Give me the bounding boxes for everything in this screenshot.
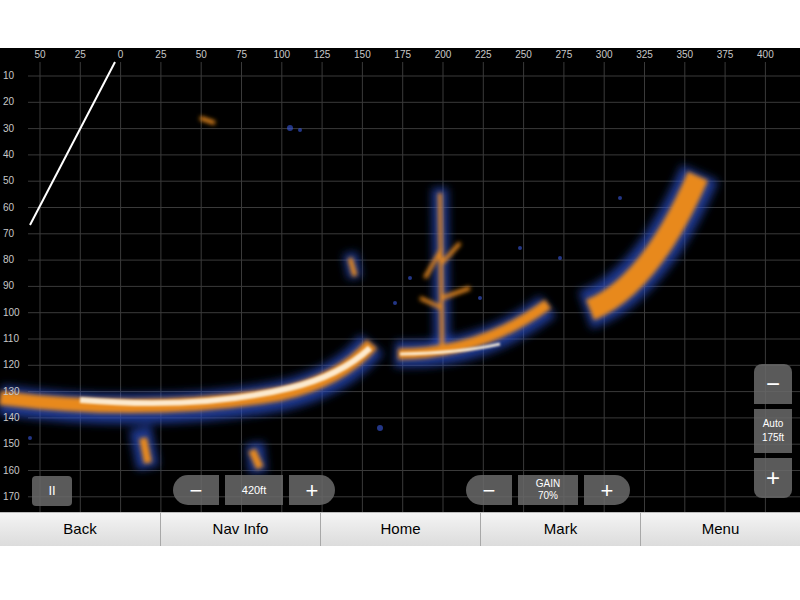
x-tick-label: 0 xyxy=(118,49,124,61)
nav-button-label: Mark xyxy=(544,518,577,541)
x-tick-label: 125 xyxy=(314,49,331,61)
bottom-margin xyxy=(0,546,800,600)
nav-button[interactable]: Mark xyxy=(480,513,640,546)
y-tick-label: 120 xyxy=(3,359,20,371)
zoom-plus-button[interactable]: + xyxy=(754,458,792,498)
x-tick-label: 150 xyxy=(354,49,371,61)
gain-control: − GAIN70% + xyxy=(466,475,630,505)
y-tick-label: 130 xyxy=(3,386,20,398)
y-tick-label: 140 xyxy=(3,412,20,424)
x-tick-label: 100 xyxy=(273,49,290,61)
x-tick-label: 200 xyxy=(435,49,452,61)
x-tick-label: 350 xyxy=(676,49,693,61)
y-axis: 10 20 30 40 50 60 70 80 90 100 110 120 130 140 150 160 1… xyxy=(0,48,28,512)
x-tick-label: 375 xyxy=(717,49,734,61)
range-plus-button[interactable]: + xyxy=(289,475,335,505)
x-axis: 5025025507510012515017520022525027530032… xyxy=(0,48,800,62)
x-tick-label: 400 xyxy=(757,49,774,61)
range-value: 420ft xyxy=(225,475,283,505)
y-tick-label: 60 xyxy=(3,202,14,214)
zoom-control: − Auto175ft + xyxy=(754,364,792,498)
x-tick-label: 225 xyxy=(475,49,492,61)
y-tick-label: 30 xyxy=(3,123,14,135)
nav-button[interactable]: Menu xyxy=(640,513,800,546)
nav-button[interactable]: Back xyxy=(0,513,160,546)
top-margin xyxy=(0,0,800,48)
nav-button-label: Menu xyxy=(702,518,740,541)
y-tick-label: 90 xyxy=(3,280,14,292)
x-tick-label: 300 xyxy=(596,49,613,61)
sonar-view[interactable]: 5025025507510012515017520022525027530032… xyxy=(0,48,800,512)
nav-button[interactable]: Nav Info xyxy=(160,513,320,546)
x-tick-label: 325 xyxy=(636,49,653,61)
pause-button[interactable]: II xyxy=(32,476,72,506)
x-tick-label: 50 xyxy=(34,49,45,61)
x-tick-label: 175 xyxy=(394,49,411,61)
range-control: − 420ft + xyxy=(173,475,335,505)
gain-minus-button[interactable]: − xyxy=(466,475,512,505)
gain-value: GAIN70% xyxy=(518,475,578,505)
range-minus-button[interactable]: − xyxy=(173,475,219,505)
zoom-value: Auto175ft xyxy=(754,409,792,453)
zoom-minus-button[interactable]: − xyxy=(754,364,792,404)
y-tick-label: 160 xyxy=(3,465,20,477)
nav-button-label: Home xyxy=(380,518,420,541)
x-tick-label: 75 xyxy=(236,49,247,61)
x-tick-label: 25 xyxy=(75,49,86,61)
nav-button[interactable]: Home xyxy=(320,513,480,546)
nav-button-label: Back xyxy=(63,518,96,541)
x-tick-label: 25 xyxy=(155,49,166,61)
sonar-grid xyxy=(0,48,800,512)
y-tick-label: 110 xyxy=(3,333,19,345)
y-tick-label: 20 xyxy=(3,96,14,108)
y-tick-label: 50 xyxy=(3,175,14,187)
y-tick-label: 150 xyxy=(3,438,20,450)
y-tick-label: 40 xyxy=(3,149,14,161)
y-tick-label: 100 xyxy=(3,307,20,319)
gain-plus-button[interactable]: + xyxy=(584,475,630,505)
x-tick-label: 50 xyxy=(196,49,207,61)
y-tick-label: 10 xyxy=(3,70,14,82)
sonar-returns xyxy=(0,48,800,512)
y-tick-label: 80 xyxy=(3,254,14,266)
x-tick-label: 250 xyxy=(515,49,532,61)
y-tick-label: 170 xyxy=(3,491,20,503)
nav-bar: Back Nav Info Home Mark Menu xyxy=(0,512,800,546)
nav-button-label: Nav Info xyxy=(213,518,269,541)
y-tick-label: 70 xyxy=(3,228,14,240)
x-tick-label: 275 xyxy=(556,49,573,61)
